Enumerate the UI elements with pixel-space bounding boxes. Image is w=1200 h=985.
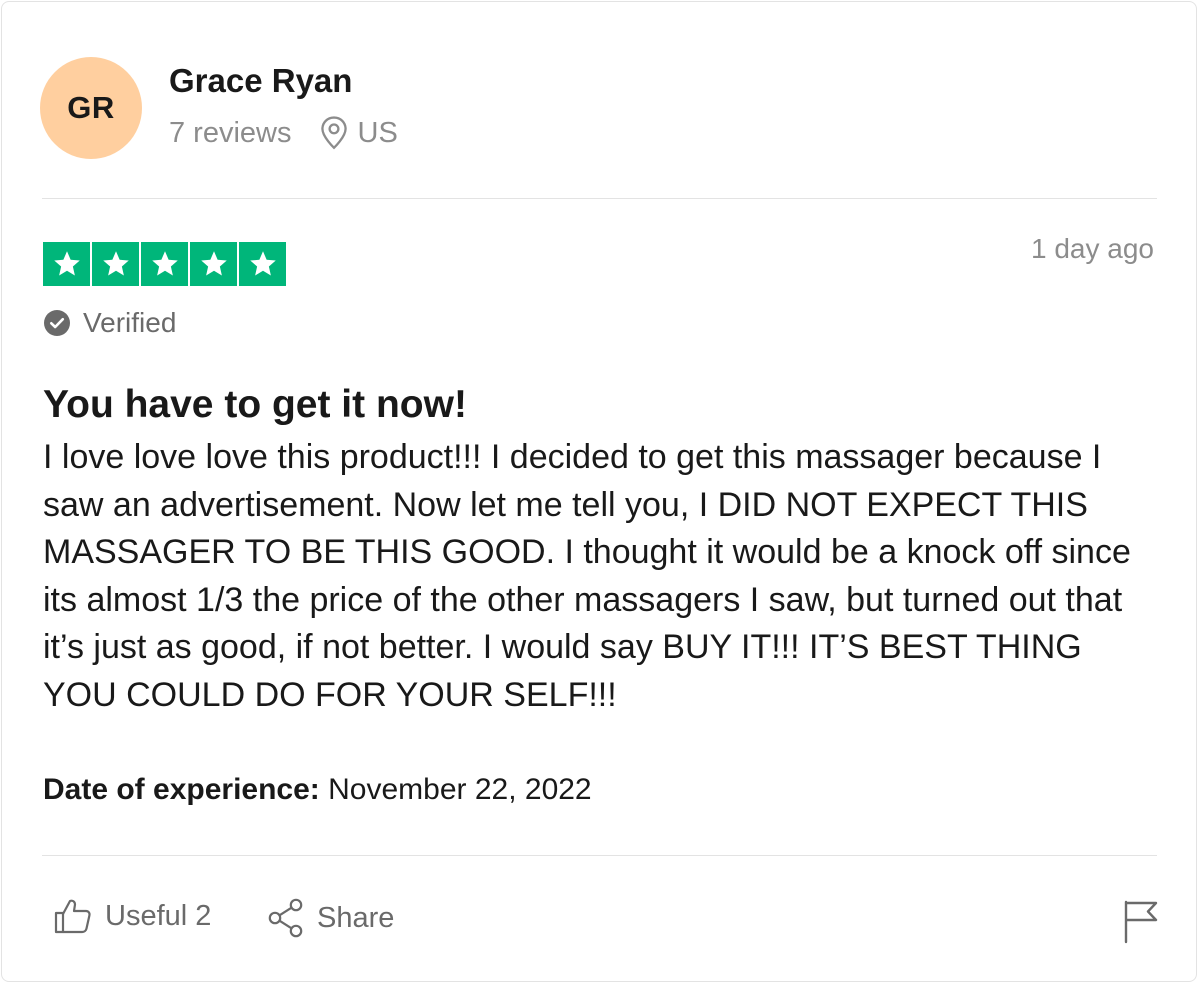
useful-button[interactable]: Useful 2 <box>53 897 211 935</box>
star-icon <box>141 242 188 286</box>
share-button[interactable]: Share <box>267 897 394 939</box>
review-card: GR Grace Ryan 7 reviews US 1 day ago Ver… <box>1 1 1197 982</box>
date-of-experience: Date of experience: November 22, 2022 <box>43 773 592 807</box>
reviewer-meta: 7 reviews US <box>169 115 398 151</box>
review-title[interactable]: You have to get it now! <box>43 383 467 427</box>
location-pin-icon <box>320 116 347 150</box>
share-icon <box>268 898 303 938</box>
reviewer-country: US <box>357 116 398 149</box>
useful-label: Useful 2 <box>105 899 212 932</box>
star-icon <box>43 242 90 286</box>
star-icon <box>239 242 286 286</box>
experience-date: November 22, 2022 <box>328 773 592 806</box>
review-body: I love love love this product!!! I decid… <box>43 438 1131 714</box>
avatar[interactable]: GR <box>40 57 142 159</box>
verified-badge[interactable]: Verified <box>43 307 176 339</box>
flag-icon[interactable] <box>1122 900 1160 944</box>
share-label: Share <box>317 901 395 934</box>
divider <box>42 855 1157 856</box>
reviews-count: 7 reviews <box>169 116 292 149</box>
reviewer-name[interactable]: Grace Ryan <box>169 62 352 100</box>
experience-label: Date of experience: <box>43 773 320 806</box>
thumbs-up-icon <box>54 899 91 934</box>
divider <box>42 198 1157 199</box>
verified-label: Verified <box>83 307 177 338</box>
star-icon <box>92 242 139 286</box>
avatar-initials: GR <box>67 90 115 125</box>
star-rating <box>43 242 286 286</box>
check-circle-icon <box>44 310 70 336</box>
review-date[interactable]: 1 day ago <box>1031 233 1154 265</box>
star-icon <box>190 242 237 286</box>
